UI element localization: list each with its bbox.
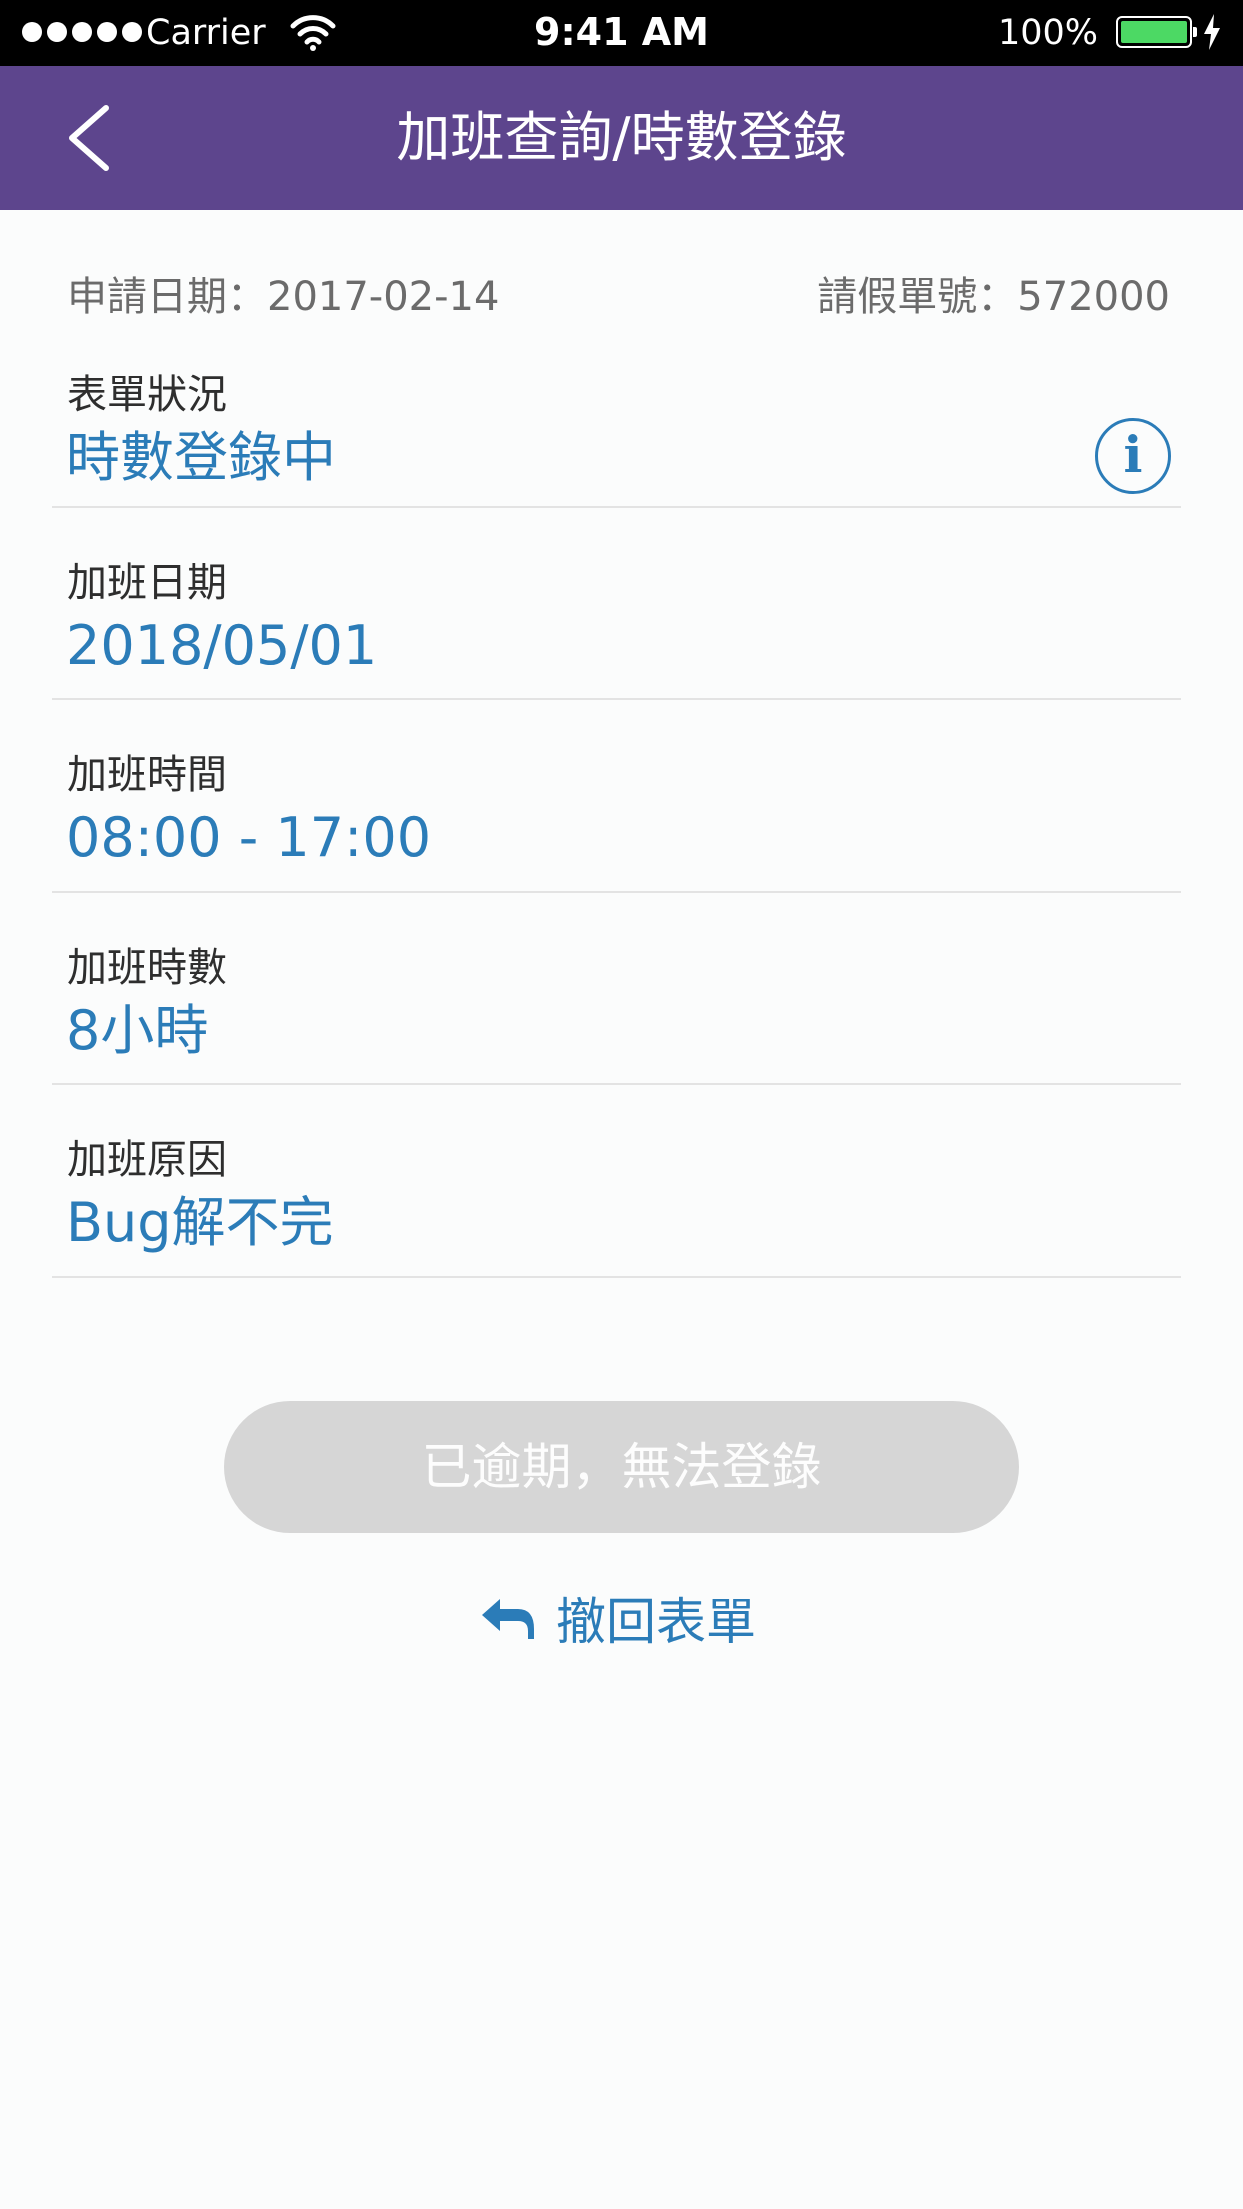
- field-overtime-hours: 加班時數 8小時: [52, 931, 1181, 1085]
- navigation-bar: 加班查詢/時數登錄: [0, 66, 1243, 210]
- field-value: 08:00 - 17:00: [66, 806, 432, 869]
- withdraw-form-label: 撤回表單: [556, 1593, 756, 1651]
- expired-register-button[interactable]: 已逾期，無法登錄: [224, 1401, 1019, 1533]
- field-value: 2018/05/01: [66, 614, 378, 677]
- field-label: 表單狀況: [67, 372, 227, 418]
- field-label: 加班原因: [67, 1137, 227, 1183]
- battery-nub: [1193, 27, 1197, 37]
- field-label: 加班時間: [67, 752, 227, 798]
- battery-percentage: 100%: [997, 13, 1098, 53]
- field-label: 加班日期: [67, 560, 227, 606]
- charging-bolt-icon: [1204, 14, 1220, 50]
- field-overtime-time: 加班時間 08:00 - 17:00: [52, 738, 1181, 893]
- field-value: Bug解不完: [66, 1191, 334, 1254]
- form-meta-row: 申請日期：2017-02-14 請假單號：572000: [67, 270, 1170, 324]
- status-bar: Carrier 9:41 AM 100%: [0, 0, 1243, 66]
- field-label: 加班時數: [67, 945, 227, 991]
- back-chevron-icon[interactable]: [50, 100, 126, 176]
- field-value: 時數登錄中: [66, 426, 336, 489]
- apply-date: 申請日期：2017-02-14: [67, 274, 500, 320]
- field-form-status: 表單狀況 時數登錄中: [52, 356, 1181, 508]
- field-value: 8小時: [66, 999, 209, 1062]
- info-icon[interactable]: i: [1095, 418, 1171, 494]
- page-title: 加班查詢/時數登錄: [396, 106, 847, 169]
- withdraw-form-link[interactable]: 撤回表單: [478, 1583, 756, 1653]
- battery-icon: [1116, 16, 1192, 48]
- battery-level: [1121, 21, 1187, 43]
- field-overtime-reason: 加班原因 Bug解不完: [52, 1123, 1181, 1278]
- form-number: 請假單號：572000: [817, 274, 1170, 320]
- field-overtime-date: 加班日期 2018/05/01: [52, 546, 1181, 700]
- reply-arrow-icon: [482, 1599, 534, 1639]
